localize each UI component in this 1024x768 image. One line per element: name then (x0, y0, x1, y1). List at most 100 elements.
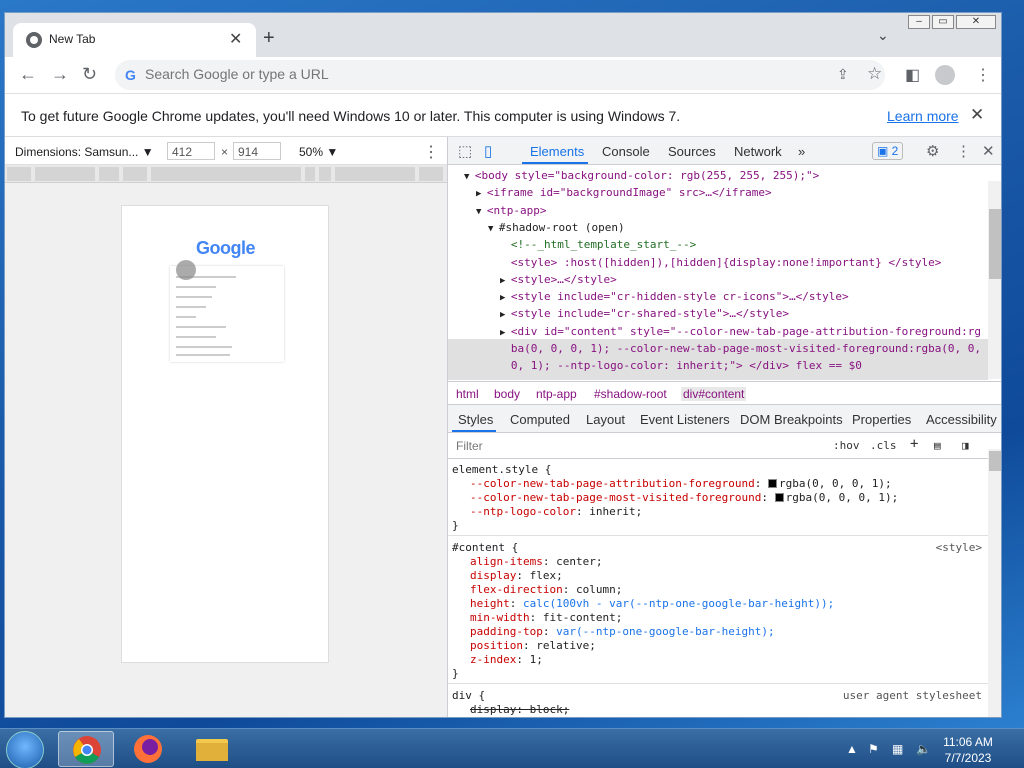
new-style-rule-icon[interactable]: + (910, 436, 918, 452)
dom-scrollbar[interactable] (988, 181, 1001, 379)
rule-close[interactable]: } (452, 519, 459, 532)
expand-triangle-icon[interactable]: ▼ (488, 224, 499, 234)
toggle-sidebar-icon[interactable]: ◨ (962, 439, 969, 452)
css-property[interactable]: position: relative; (470, 639, 596, 652)
expand-triangle-icon[interactable]: ▶ (500, 276, 511, 286)
omnibox[interactable]: G ⇪ ☆ (115, 60, 885, 90)
expand-triangle-icon[interactable]: ▼ (464, 172, 475, 182)
rule-selector[interactable]: div { (452, 689, 485, 702)
crumb-div-content[interactable]: div#content (681, 387, 747, 401)
emulated-device-screen[interactable]: Google (121, 205, 329, 663)
issues-badge[interactable]: ▣ 2 (872, 142, 904, 160)
css-property[interactable]: flex-direction: column; (470, 583, 622, 596)
dom-node-line[interactable]: ▶ <iframe id="backgroundImage" src>…</if… (476, 186, 772, 199)
expand-triangle-icon[interactable] (500, 345, 511, 355)
dom-node-line[interactable]: ▶ <style include="cr-shared-style">…</st… (500, 307, 789, 320)
tab-console[interactable]: Console (602, 144, 650, 159)
css-property[interactable]: --color-new-tab-page-most-visited-foregr… (470, 491, 898, 504)
device-width-input[interactable]: 412 (167, 142, 215, 160)
expand-triangle-icon[interactable]: ▶ (476, 189, 487, 199)
tab-elements[interactable]: Elements (530, 144, 584, 159)
expand-triangle-icon[interactable]: ▼ (476, 207, 487, 217)
share-icon[interactable]: ⇪ (837, 66, 849, 83)
expand-triangle-icon[interactable]: ▶ (500, 293, 511, 303)
css-property-overridden[interactable]: display: block; (470, 703, 569, 716)
tab-search-chevron-icon[interactable]: ⌄ (877, 27, 889, 44)
css-property[interactable]: z-index: 1; (470, 653, 543, 666)
menu-kebab-icon[interactable]: ⋮ (975, 65, 991, 85)
devtools-close-icon[interactable]: ✕ (982, 142, 995, 160)
new-tab-plus-icon[interactable]: + (263, 27, 275, 50)
back-arrow-icon[interactable]: ← (19, 64, 37, 85)
rule-source-link[interactable]: <style> (936, 541, 982, 554)
dom-node-line[interactable]: ▶ <div id="content" style="--color-new-t… (500, 325, 981, 338)
maximize-button[interactable]: ▭ (932, 15, 954, 29)
device-dimensions-select[interactable]: Dimensions: Samsun... ▼ (15, 145, 154, 159)
start-button[interactable] (6, 731, 44, 768)
more-tabs-icon[interactable]: » (798, 144, 805, 159)
tab-dom-breakpoints[interactable]: DOM Breakpoints (740, 412, 843, 427)
css-property[interactable]: padding-top: var(--ntp-one-google-bar-he… (470, 625, 775, 638)
reload-icon[interactable]: ↻ (82, 64, 97, 85)
dom-node-line[interactable]: <style> :host([hidden]),[hidden]{display… (500, 256, 941, 269)
infobar-close-icon[interactable]: ✕ (970, 105, 984, 125)
dom-node-line[interactable]: <!--_html_template_start_--> (500, 238, 696, 251)
rule-selector[interactable]: element.style { (452, 463, 551, 476)
styles-scrollbar[interactable] (988, 449, 1001, 717)
tab-accessibility[interactable]: Accessibility (926, 412, 997, 427)
css-property[interactable]: height: calc(100vh - var(--ntp-one-googl… (470, 597, 834, 610)
network-icon[interactable]: ▦ (892, 742, 903, 756)
css-property[interactable]: align-items: center; (470, 555, 602, 568)
taskbar-chrome[interactable] (58, 731, 114, 767)
dom-tree[interactable]: ▼ <body style="background-color: rgb(255… (448, 165, 988, 380)
rule-source-link[interactable]: user agent stylesheet (843, 689, 982, 702)
bookmark-star-icon[interactable]: ☆ (867, 64, 882, 84)
crumb-body[interactable]: body (494, 387, 520, 401)
dom-node-line[interactable]: ▶ <style>…</style> (500, 273, 617, 286)
rendering-emulation-icon[interactable]: ▤ (934, 439, 941, 452)
crumb-shadow-root[interactable]: #shadow-root (594, 387, 667, 401)
tab-computed[interactable]: Computed (510, 412, 570, 427)
rule-selector[interactable]: #content { (452, 541, 518, 554)
tab-sources[interactable]: Sources (668, 144, 716, 159)
tab-event-listeners[interactable]: Event Listeners (640, 412, 730, 427)
tab-network[interactable]: Network (734, 144, 782, 159)
expand-triangle-icon[interactable]: ▶ (500, 328, 511, 338)
dom-scrollbar-thumb[interactable] (989, 209, 1001, 279)
tab-new-tab[interactable]: New Tab ✕ (13, 23, 256, 57)
styles-pane[interactable]: element.style {--color-new-tab-page-attr… (448, 459, 988, 718)
dom-node-line[interactable]: ▼ <body style="background-color: rgb(255… (464, 169, 819, 182)
css-property[interactable]: display: flex; (470, 569, 563, 582)
tab-properties[interactable]: Properties (852, 412, 911, 427)
expand-triangle-icon[interactable] (500, 259, 511, 269)
rule-close[interactable]: } (452, 667, 459, 680)
inspect-element-icon[interactable]: ⬚ (458, 142, 472, 160)
crumb-html[interactable]: html (456, 387, 479, 401)
action-center-icon[interactable]: ⚑ (868, 742, 879, 756)
hov-toggle[interactable]: :hov (833, 439, 860, 452)
close-tab-icon[interactable]: ✕ (229, 29, 242, 49)
minimize-button[interactable]: ‒ (908, 15, 930, 29)
tab-styles[interactable]: Styles (458, 412, 493, 427)
rule-close[interactable]: } (452, 717, 459, 718)
cls-toggle[interactable]: .cls (870, 439, 897, 452)
expand-triangle-icon[interactable]: ▶ (500, 310, 511, 320)
dom-node-line[interactable]: ▶ <style include="cr-hidden-style cr-ico… (500, 290, 849, 303)
forward-arrow-icon[interactable]: → (51, 64, 69, 85)
dom-node-line[interactable]: ba(0, 0, 0, 1); --color-new-tab-page-mos… (500, 342, 981, 355)
device-toolbar-more-icon[interactable]: ⋮ (423, 142, 439, 162)
media-query-ruler[interactable] (5, 165, 447, 183)
device-toggle-icon[interactable]: ▯ (484, 142, 492, 160)
styles-filter-input[interactable]: Filter (456, 439, 483, 453)
volume-icon[interactable]: 🔈 (916, 742, 931, 756)
side-panel-icon[interactable]: ◧ (905, 65, 920, 85)
taskbar-firefox[interactable] (120, 731, 176, 767)
expand-triangle-icon[interactable] (500, 241, 511, 251)
css-property[interactable]: min-width: fit-content; (470, 611, 622, 624)
learn-more-link[interactable]: Learn more (887, 108, 959, 124)
device-height-input[interactable]: 914 (233, 142, 281, 160)
zoom-select[interactable]: 50% ▼ (299, 145, 338, 159)
dom-node-line[interactable]: ▼ <ntp-app> (476, 204, 546, 217)
tab-layout[interactable]: Layout (586, 412, 625, 427)
profile-avatar[interactable] (935, 65, 955, 85)
